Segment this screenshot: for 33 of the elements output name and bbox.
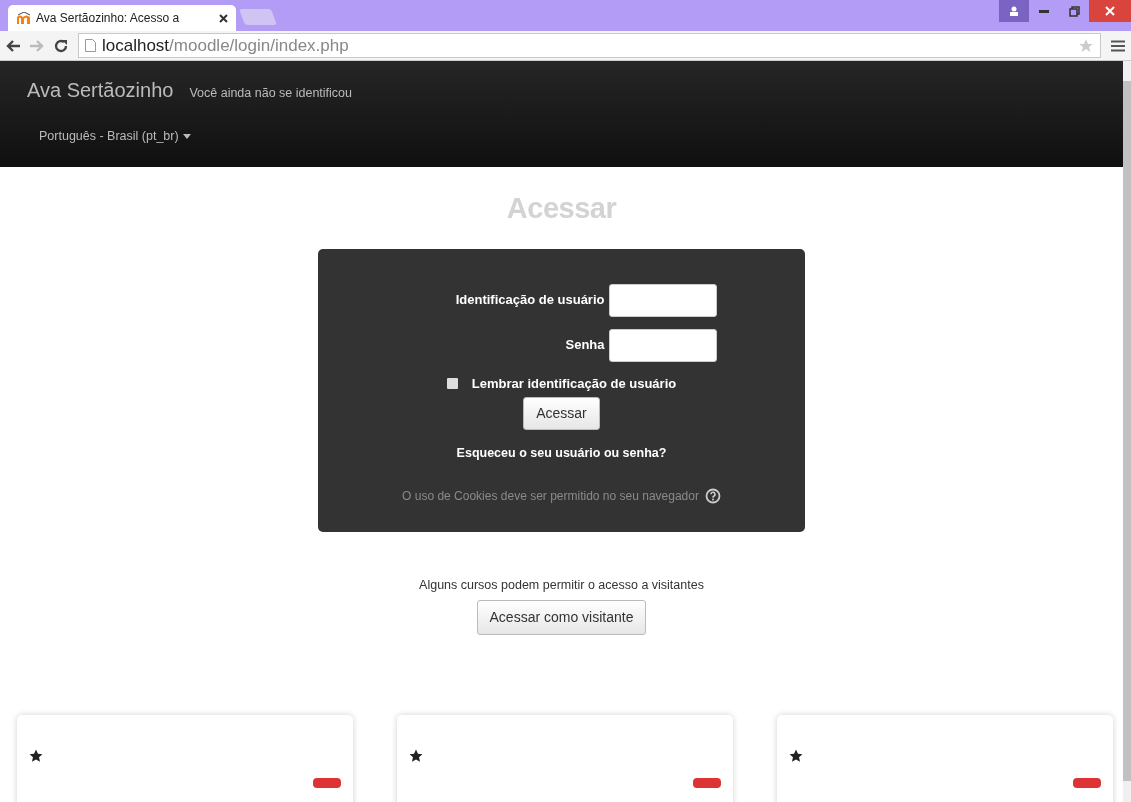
field-label: Senha bbox=[564, 335, 605, 354]
star-icon[interactable] bbox=[1078, 37, 1094, 54]
menu-icon[interactable] bbox=[1111, 39, 1125, 52]
site-name-link[interactable]: Ava Sertãozinho bbox=[27, 75, 174, 105]
status-pill bbox=[693, 778, 721, 789]
cookies-notice: O uso de Cookies deve ser permitido no seu navegador bbox=[402, 487, 699, 505]
page-icon bbox=[85, 39, 96, 52]
back-arrow-icon[interactable] bbox=[6, 39, 20, 52]
scrollbar-thumb[interactable] bbox=[1123, 81, 1131, 781]
input-field[interactable] bbox=[608, 283, 717, 317]
input-field[interactable] bbox=[608, 328, 717, 362]
help-icon[interactable] bbox=[704, 487, 721, 504]
remember-label: Lembrar identificação de usuário bbox=[471, 374, 677, 393]
reload-icon[interactable] bbox=[54, 38, 68, 53]
address-bar[interactable]: localhost/moodle/login/index.php bbox=[78, 33, 1101, 58]
language-menu[interactable]: Português - Brasil (pt_br) bbox=[39, 127, 191, 146]
url-text: localhost/moodle/login/index.php bbox=[102, 34, 349, 57]
status-pill bbox=[313, 778, 341, 789]
login-status-text: Você ainda não se identificou bbox=[189, 85, 353, 102]
guest-note: Alguns cursos podem permitir o acesso a visitantes bbox=[418, 576, 705, 594]
forgot-password-link[interactable]: Esqueceu o seu usuário ou senha? bbox=[318, 444, 805, 463]
guest-login-button[interactable]: Acessar como visitante bbox=[476, 600, 647, 636]
browser-tab[interactable]: Ava Sertãozinho: Acesso a bbox=[8, 5, 236, 31]
moodle-logo-icon bbox=[16, 12, 32, 24]
tab-title: Ava Sertãozinho: Acesso a bbox=[36, 10, 181, 27]
login-button[interactable]: Acessar bbox=[523, 397, 600, 430]
status-pill bbox=[1073, 778, 1101, 789]
user-icon[interactable] bbox=[999, 0, 1029, 22]
field-label: Identificação de usuário bbox=[454, 290, 605, 309]
remember-checkbox[interactable] bbox=[446, 377, 458, 389]
close-icon[interactable] bbox=[219, 13, 228, 23]
caret-icon bbox=[182, 133, 191, 139]
close-window-icon[interactable] bbox=[1089, 0, 1131, 22]
